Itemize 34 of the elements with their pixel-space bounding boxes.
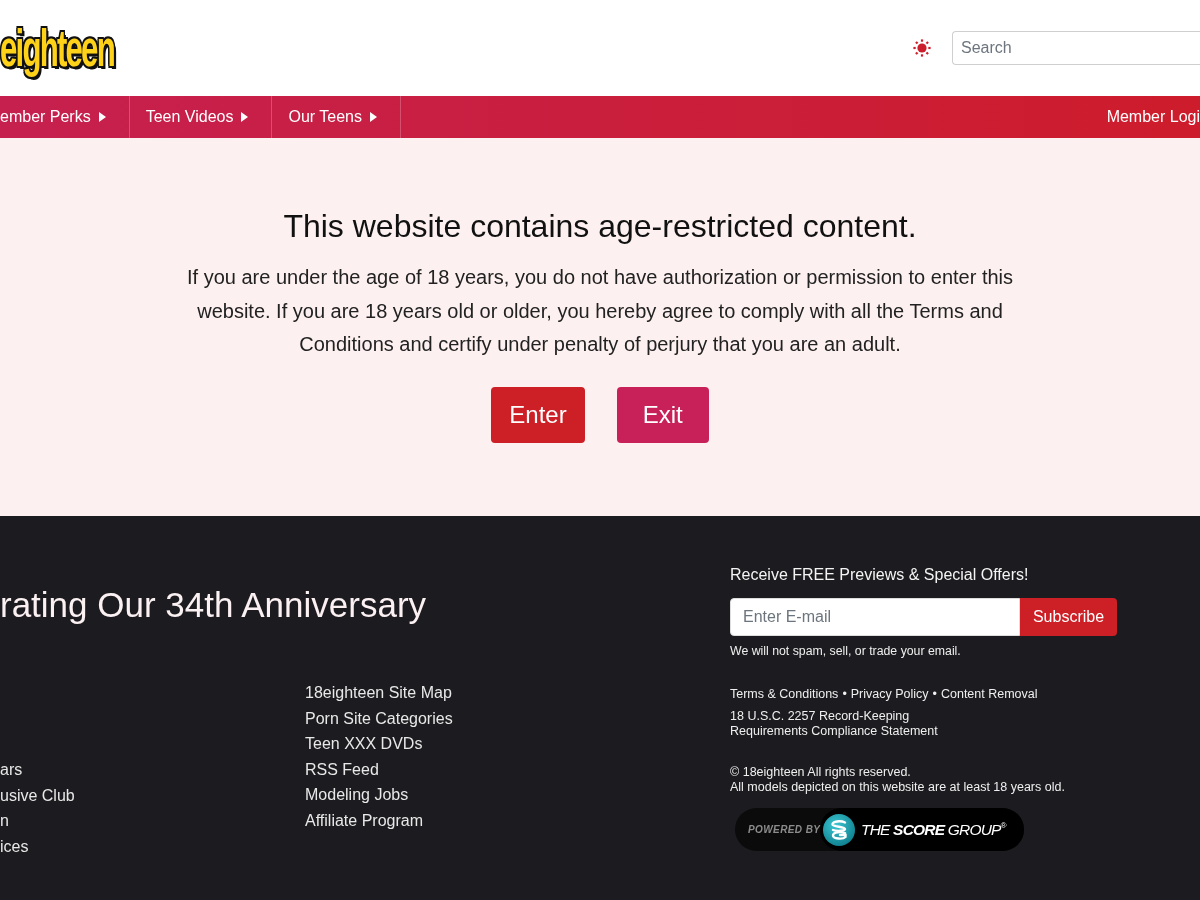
age-notice: All models depicted on this website are at least 18 years old. [730,780,1065,795]
footer-link[interactable]: usive Club [0,782,75,809]
exit-button[interactable]: Exit [616,386,709,443]
footer-link[interactable]: Teen XXX DVDs [305,731,423,757]
legal-link[interactable]: Content Removal [940,687,1038,702]
enter-button[interactable]: Enter [491,386,585,443]
footer-link[interactable]: Affiliate Program [305,807,423,834]
age-gate-title: This website contains age-restricted content. [283,207,917,245]
age-gate-message: If you are under the age of 18 years, you do not have authorization or permission to enter this website. If you are 18 years old or older, you hereby agree to comply with all the Terms and Conditions and certify under penalty of perjury that you are an adult. [185,265,1015,357]
newsletter-title: Receive FREE Previews & Special Offers! [730,565,1029,585]
powered-by-label: POWERED BY [747,823,820,837]
link-separator: • [842,687,847,702]
footer-link[interactable]: 18eighteen Site Map [305,680,452,706]
footer-link[interactable]: ars [0,757,23,783]
compliance-link[interactable]: 18 U.S.C. 2257 Record-Keeping Requirements Compliance Statement [730,709,945,739]
footer-link[interactable]: RSS Feed [305,756,379,783]
footer-link[interactable]: Modeling Jobs [305,782,409,808]
sun-icon[interactable] [913,39,931,57]
subscribe-button[interactable]: Subscribe [1020,598,1117,636]
legal-link[interactable]: Terms & Conditions [730,687,839,702]
brand-name: THE SCORE GROUP$^{®}$ [861,819,1006,840]
powered-by-badge[interactable]: POWERED BY THE SCORE GROUP$^{®}$ [735,808,1024,851]
copyright-text: © 18eighteen All rights reserved. [730,765,911,780]
search-field[interactable]: Search [952,31,1200,65]
privacy-note: We will not spam, sell, or trade your email. [730,643,961,660]
legal-link[interactable]: Privacy Policy [850,687,929,702]
footer-link[interactable]: ices [0,833,29,860]
footer-link[interactable]: Porn Site Categories [305,705,453,732]
footer-heading: rating Our 34th Anniversary [0,584,427,626]
member-login-link[interactable]: Member Logi [1106,105,1200,129]
emblem-icon [823,813,855,846]
link-separator: • [932,687,937,702]
footer-link[interactable]: n [0,808,9,834]
email-field[interactable]: Enter E-mail [730,598,1020,636]
